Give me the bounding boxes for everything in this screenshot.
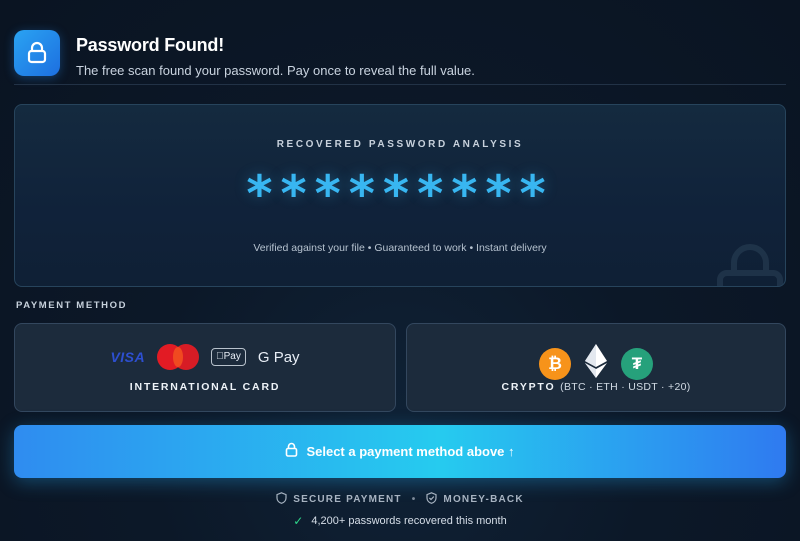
check-icon: ✓ xyxy=(293,514,304,528)
visa-icon: VISA xyxy=(110,349,146,365)
separator-dot: • xyxy=(411,494,417,505)
header-divider xyxy=(14,84,786,85)
secure-payment-label: SECURE PAYMENT xyxy=(293,494,402,505)
cta-label: Select a payment method above ↑ xyxy=(306,444,515,459)
trust-badges: SECURE PAYMENT • MONEY-BACK xyxy=(0,492,800,507)
crypto-option[interactable]: ₿ ₮ CRYPTO (BTC · ETH · USDT · +20) xyxy=(406,323,786,412)
background-lock-icon xyxy=(715,241,785,286)
crypto-label: CRYPTO (BTC · ETH · USDT · +20) xyxy=(407,381,785,393)
lock-icon xyxy=(14,30,60,76)
international-card-option[interactable]: VISA Pay G Pay INTERNATIONAL CARD xyxy=(14,323,396,412)
crypto-title: CRYPTO xyxy=(501,381,556,393)
password-analysis-card: RECOVERED PASSWORD ANALYSIS ********* Ve… xyxy=(14,104,786,287)
money-back-label: MONEY-BACK xyxy=(443,494,524,505)
page-subtitle: The free scan found your password. Pay o… xyxy=(76,63,475,78)
analysis-label: RECOVERED PASSWORD ANALYSIS xyxy=(276,139,524,150)
money-back-badge: MONEY-BACK xyxy=(426,492,523,507)
select-payment-button[interactable]: Select a payment method above ↑ xyxy=(14,425,786,478)
international-card-label: INTERNATIONAL CARD xyxy=(129,381,281,393)
shield-check-icon xyxy=(426,492,438,507)
recovered-count: ✓ 4,200+ passwords recovered this month xyxy=(0,514,800,528)
ethereum-icon xyxy=(585,344,607,383)
google-pay-icon: G Pay xyxy=(254,348,300,366)
bitcoin-icon: ₿ xyxy=(539,347,571,380)
shield-icon xyxy=(276,492,287,507)
apple-pay-icon: Pay xyxy=(211,348,246,366)
mastercard-icon xyxy=(157,344,200,370)
crypto-sub-label: (BTC · ETH · USDT · +20) xyxy=(560,381,691,393)
card-logos: VISA Pay G Pay xyxy=(15,344,395,370)
tether-icon: ₮ xyxy=(621,347,653,380)
header: Password Found! The free scan found your… xyxy=(14,30,786,85)
verification-text: Verified against your file • Guaranteed … xyxy=(253,242,547,254)
recovered-count-text: 4,200+ passwords recovered this month xyxy=(311,515,507,527)
crypto-logos: ₿ ₮ xyxy=(407,344,785,383)
cta-lock-icon xyxy=(285,442,298,462)
page-title: Password Found! xyxy=(76,35,225,55)
secure-payment-badge: SECURE PAYMENT xyxy=(276,492,402,507)
masked-password: ********* xyxy=(246,165,554,223)
payment-method-label: PAYMENT METHOD xyxy=(16,300,128,311)
